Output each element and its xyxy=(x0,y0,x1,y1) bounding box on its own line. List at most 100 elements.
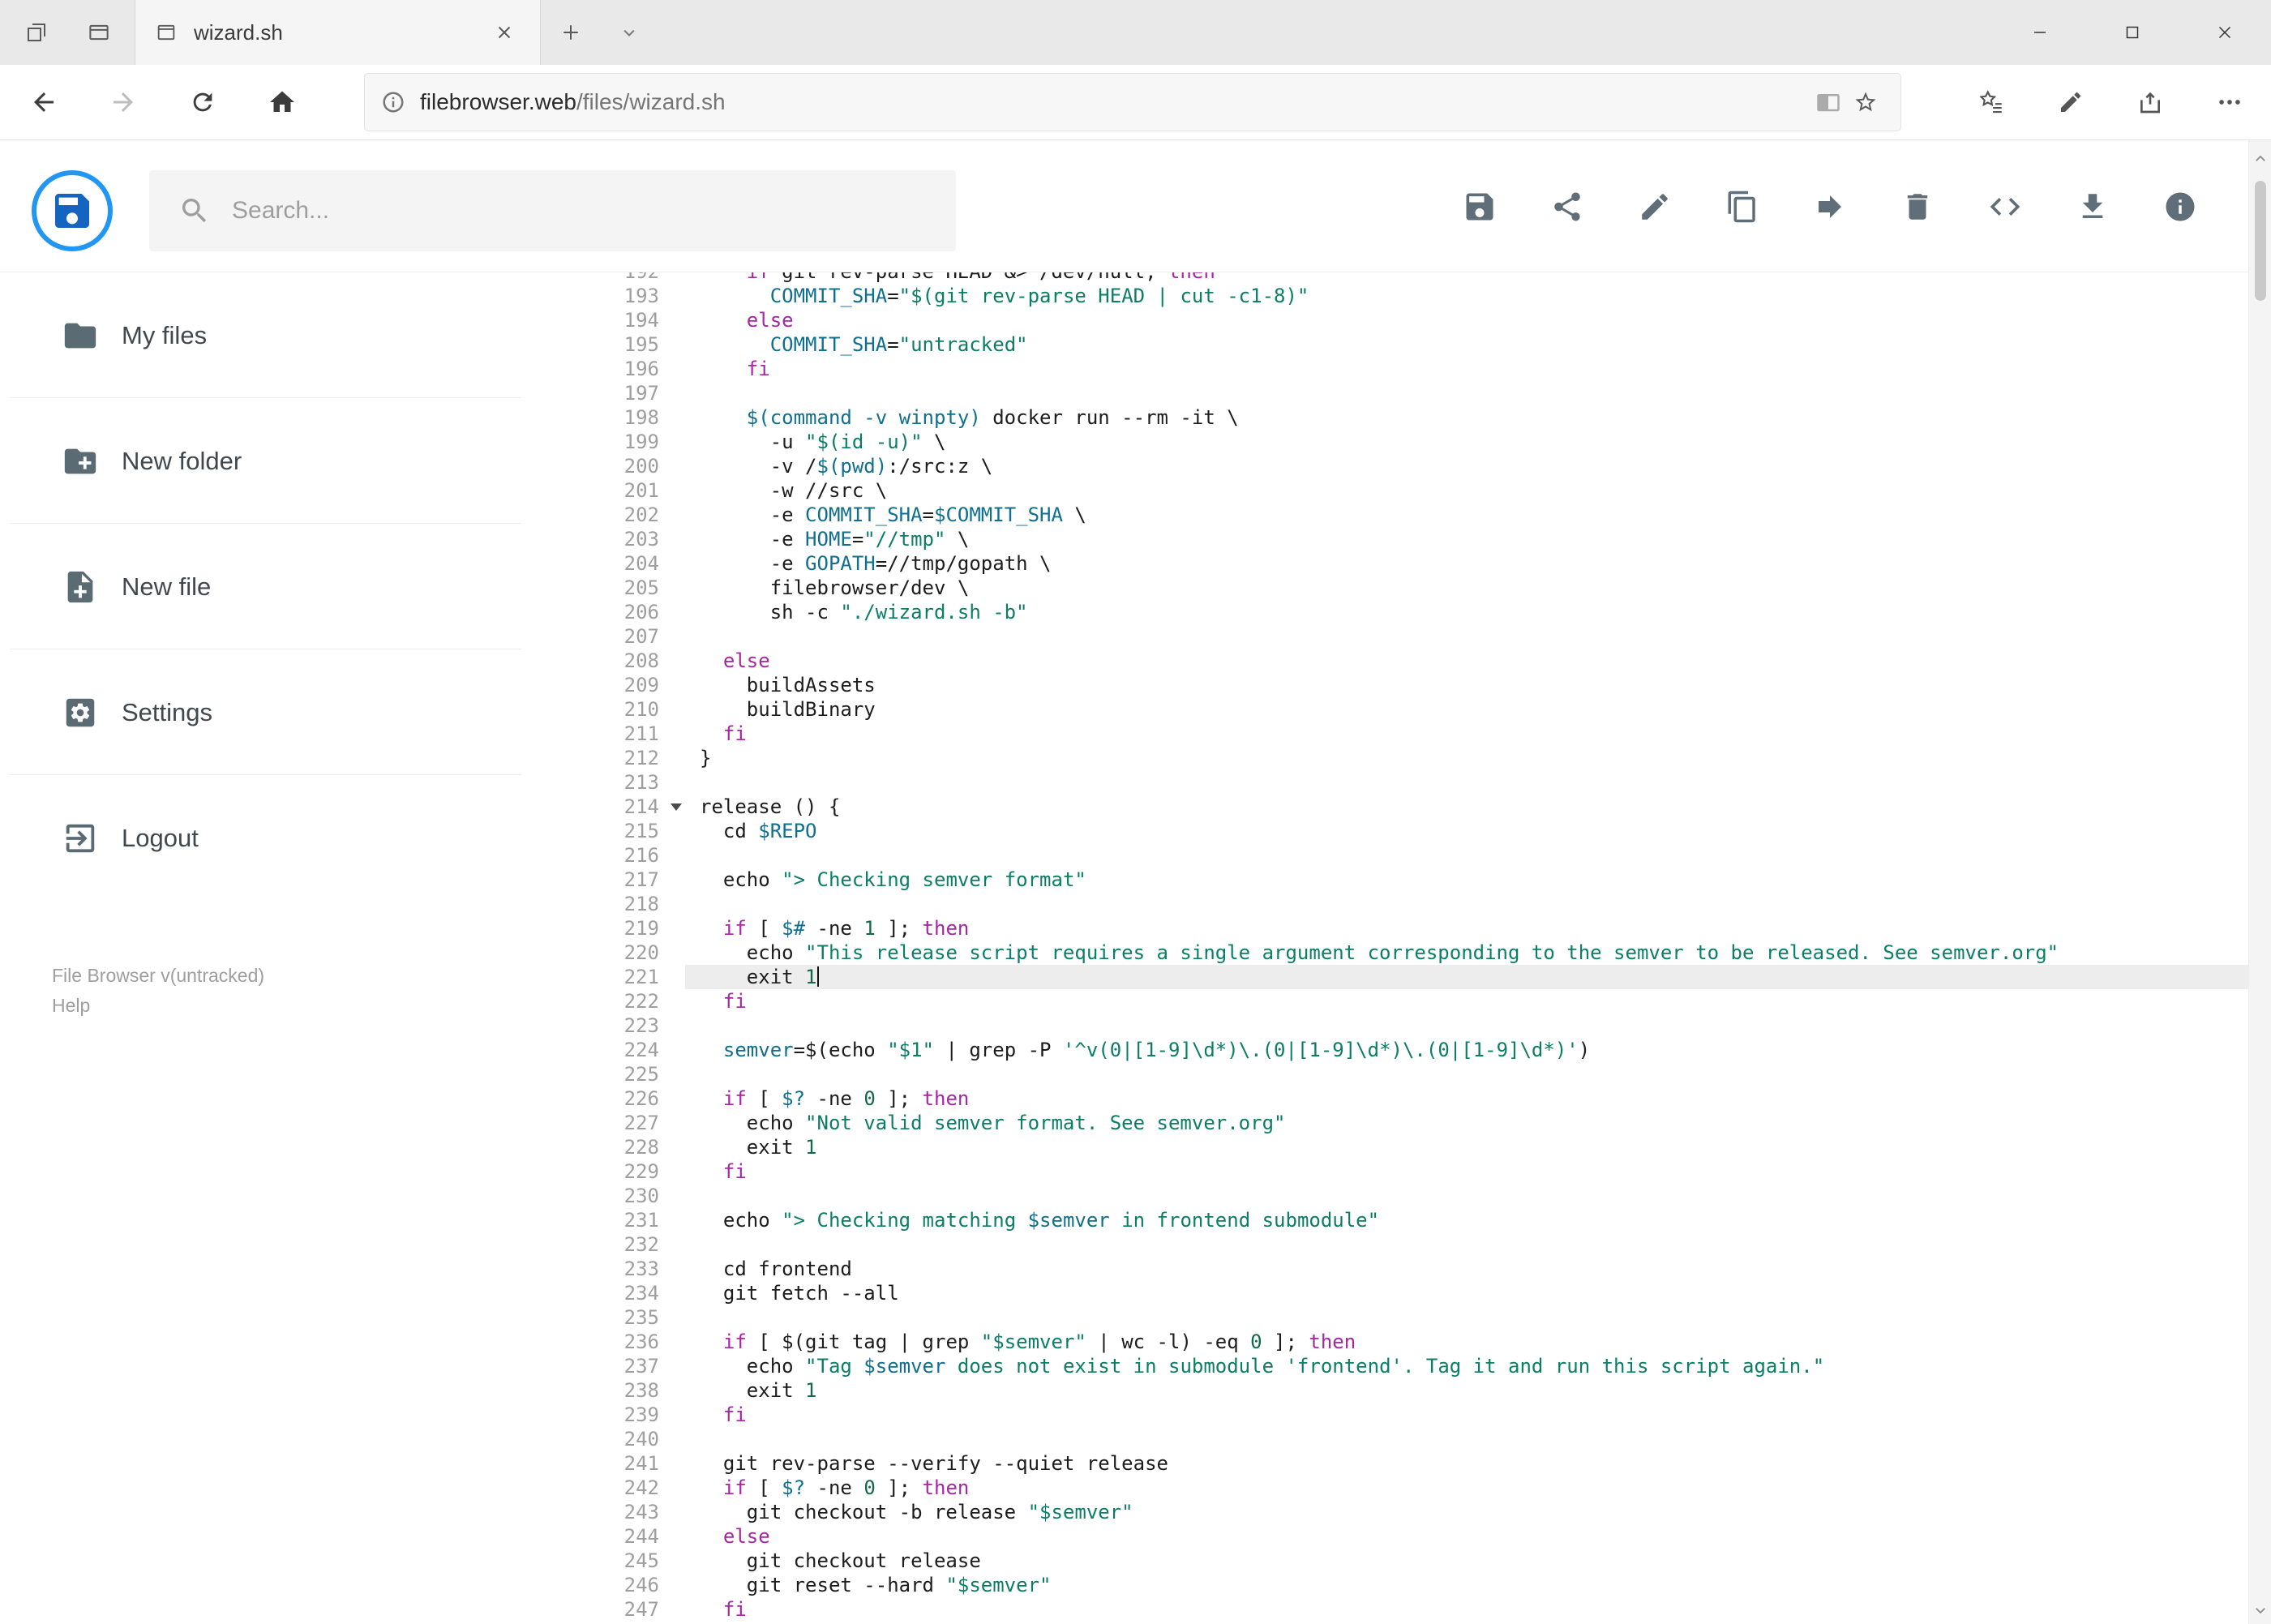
code-line[interactable]: 196 fi xyxy=(584,357,2248,381)
code-line[interactable]: 230 xyxy=(584,1184,2248,1208)
code-line[interactable]: 192 if git rev-parse HEAD &> /dev/null; … xyxy=(584,272,2248,284)
home-button[interactable] xyxy=(250,74,315,131)
close-tab-button[interactable] xyxy=(488,16,521,49)
scrollbar-thumb[interactable] xyxy=(2255,181,2266,301)
browser-tab-wizard-sh[interactable]: wizard.sh xyxy=(135,0,541,65)
code-line[interactable]: 219 if [ $# -ne 1 ]; then xyxy=(584,916,2248,941)
minimize-button[interactable] xyxy=(1994,0,2086,65)
code-line[interactable]: 193 COMMIT_SHA="$(git rev-parse HEAD | c… xyxy=(584,284,2248,308)
code-line[interactable]: 217 echo "> Checking semver format" xyxy=(584,868,2248,892)
code-line[interactable]: 218 xyxy=(584,892,2248,916)
code-line[interactable]: 214 release () { xyxy=(584,795,2248,819)
code-line[interactable]: 224 semver=$(echo "$1" | grep -P '^v(0|[… xyxy=(584,1038,2248,1062)
maximize-button[interactable] xyxy=(2086,0,2179,65)
favorite-star-button[interactable] xyxy=(1847,84,1884,121)
code-line[interactable]: 231 echo "> Checking matching $semver in… xyxy=(584,1208,2248,1232)
address-bar[interactable]: filebrowser.web/files/wizard.sh xyxy=(364,73,1901,131)
code-line[interactable]: 223 xyxy=(584,1013,2248,1038)
code-editor[interactable]: 192 if git rev-parse HEAD &> /dev/null; … xyxy=(584,272,2248,1624)
code-line[interactable]: 235 xyxy=(584,1305,2248,1330)
code-line[interactable]: 236 if [ $(git tag | grep "$semver" | wc… xyxy=(584,1330,2248,1354)
code-line[interactable]: 220 echo "This release script requires a… xyxy=(584,941,2248,965)
code-line[interactable]: 215 cd $REPO xyxy=(584,819,2248,843)
code-line[interactable]: 246 git reset --hard "$semver" xyxy=(584,1573,2248,1597)
code-line[interactable]: 239 fi xyxy=(584,1403,2248,1427)
code-line[interactable]: 212} xyxy=(584,746,2248,770)
code-line[interactable]: 203 -e HOME="//tmp" \ xyxy=(584,527,2248,551)
code-line[interactable]: 232 xyxy=(584,1232,2248,1257)
tabs-dropdown-button[interactable] xyxy=(609,12,649,53)
fold-marker-icon[interactable] xyxy=(671,803,682,811)
help-link[interactable]: Help xyxy=(52,991,584,1021)
code-line[interactable]: 199 -u "$(id -u)" \ xyxy=(584,430,2248,454)
code-line[interactable]: 228 exit 1 xyxy=(584,1135,2248,1159)
code-line[interactable]: 200 -v /$(pwd):/src:z \ xyxy=(584,454,2248,478)
sidebar-item-my-files[interactable]: My files xyxy=(0,272,584,398)
refresh-button[interactable] xyxy=(170,74,235,131)
code-line[interactable]: 225 xyxy=(584,1062,2248,1086)
back-button[interactable] xyxy=(11,74,76,131)
code-view-button[interactable] xyxy=(1987,189,2023,225)
share-file-button[interactable] xyxy=(1549,189,1585,225)
code-line[interactable]: 195 COMMIT_SHA="untracked" xyxy=(584,332,2248,357)
download-button[interactable] xyxy=(2075,189,2110,225)
sidebar-item-logout[interactable]: Logout xyxy=(0,775,584,901)
code-line[interactable]: 208 else xyxy=(584,649,2248,673)
code-line[interactable]: 245 git checkout release xyxy=(584,1549,2248,1573)
code-line[interactable]: 207 xyxy=(584,624,2248,649)
code-line[interactable]: 227 echo "Not valid semver format. See s… xyxy=(584,1111,2248,1135)
hub-button[interactable] xyxy=(1971,79,2012,125)
code-line[interactable]: 206 sh -c "./wizard.sh -b" xyxy=(584,600,2248,624)
web-note-button[interactable] xyxy=(2050,79,2091,125)
code-line[interactable]: 247 fi xyxy=(584,1597,2248,1622)
code-line[interactable]: 211 fi xyxy=(584,722,2248,746)
code-line[interactable]: 213 xyxy=(584,770,2248,795)
close-window-button[interactable] xyxy=(2179,0,2271,65)
forward-button[interactable] xyxy=(91,74,156,131)
code-line[interactable]: 216 xyxy=(584,843,2248,868)
code-line[interactable]: 197 xyxy=(584,381,2248,405)
move-button[interactable] xyxy=(1812,189,1848,225)
new-tab-button[interactable] xyxy=(551,12,591,53)
search-input[interactable] xyxy=(232,197,881,225)
vertical-scrollbar[interactable] xyxy=(2248,140,2271,1624)
search-box[interactable] xyxy=(149,170,956,251)
scroll-down-icon[interactable] xyxy=(2249,1603,2271,1618)
set-tabs-aside-button[interactable] xyxy=(16,12,57,53)
reader-view-button[interactable] xyxy=(1810,84,1847,121)
code-line[interactable]: 201 -w //src \ xyxy=(584,478,2248,503)
sidebar-item-new-file[interactable]: New file xyxy=(0,524,584,649)
share-button[interactable] xyxy=(2130,79,2170,125)
code-line[interactable]: 194 else xyxy=(584,308,2248,332)
code-line[interactable]: 204 -e GOPATH=//tmp/gopath \ xyxy=(584,551,2248,576)
code-line[interactable]: 233 cd frontend xyxy=(584,1257,2248,1281)
code-line[interactable]: 198 $(command -v winpty) docker run --rm… xyxy=(584,405,2248,430)
edit-button[interactable] xyxy=(1637,189,1673,225)
more-button[interactable] xyxy=(2209,79,2250,125)
sidebar-item-new-folder[interactable]: New folder xyxy=(0,398,584,524)
code-line[interactable]: 244 else xyxy=(584,1524,2248,1549)
code-line[interactable]: 229 fi xyxy=(584,1159,2248,1184)
code-line[interactable]: 205 filebrowser/dev \ xyxy=(584,576,2248,600)
code-line[interactable]: 210 buildBinary xyxy=(584,697,2248,722)
code-line[interactable]: 234 git fetch --all xyxy=(584,1281,2248,1305)
code-line[interactable]: 209 buildAssets xyxy=(584,673,2248,697)
copy-button[interactable] xyxy=(1725,189,1760,225)
delete-button[interactable] xyxy=(1900,189,1935,225)
code-line[interactable]: 238 exit 1 xyxy=(584,1378,2248,1403)
filebrowser-logo[interactable] xyxy=(32,170,113,251)
code-line[interactable]: 222 fi xyxy=(584,989,2248,1013)
scroll-up-icon[interactable] xyxy=(2249,152,2271,166)
code-line[interactable]: 221 exit 1 xyxy=(584,965,2248,989)
code-line[interactable]: 242 if [ $? -ne 0 ]; then xyxy=(584,1476,2248,1500)
code-line[interactable]: 240 xyxy=(584,1427,2248,1451)
code-line[interactable]: 241 git rev-parse --verify --quiet relea… xyxy=(584,1451,2248,1476)
code-line[interactable]: 226 if [ $? -ne 0 ]; then xyxy=(584,1086,2248,1111)
code-line[interactable]: 243 git checkout -b release "$semver" xyxy=(584,1500,2248,1524)
sidebar-item-settings[interactable]: Settings xyxy=(0,649,584,775)
save-button[interactable] xyxy=(1462,189,1498,225)
tab-preview-button[interactable] xyxy=(79,12,119,53)
info-button[interactable] xyxy=(2162,189,2198,225)
code-line[interactable]: 237 echo "Tag $semver does not exist in … xyxy=(584,1354,2248,1378)
code-line[interactable]: 202 -e COMMIT_SHA=$COMMIT_SHA \ xyxy=(584,503,2248,527)
